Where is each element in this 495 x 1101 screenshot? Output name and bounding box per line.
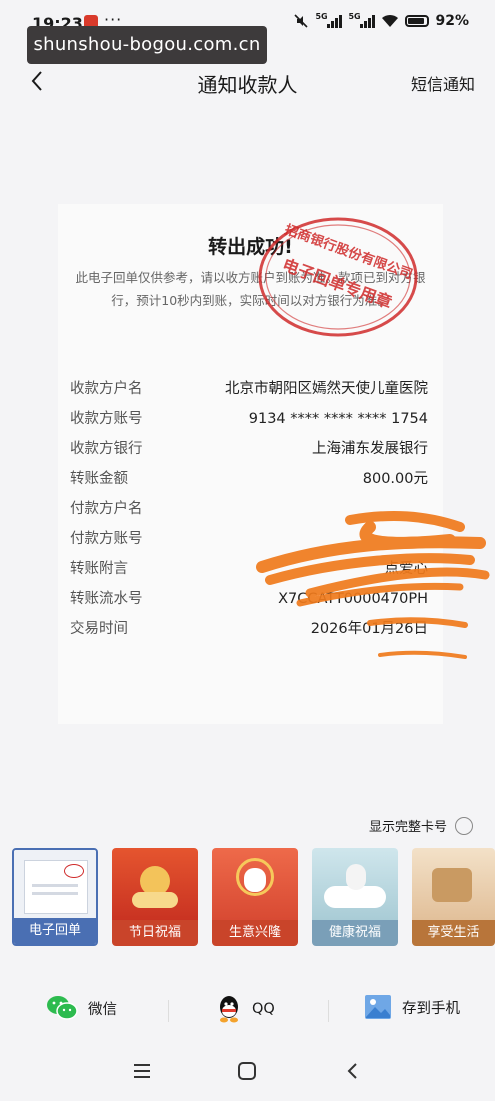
receipt-template-list[interactable]: 电子回单 节日祝福 生意兴隆 健康祝福 享受生活 — [12, 848, 495, 946]
template-health[interactable]: 健康祝福 — [312, 848, 398, 946]
qq-icon — [220, 996, 238, 1023]
detail-row: 收款方银行 上海浦东发展银行 — [70, 441, 428, 457]
show-full-card-label: 显示完整卡号 — [368, 820, 447, 835]
status-indicators: 5G 5G 92% — [293, 12, 469, 29]
divider — [168, 1000, 169, 1022]
template-label: 享受生活 — [412, 920, 495, 946]
template-thumbnail — [412, 848, 495, 920]
redaction-scribble — [256, 510, 490, 659]
signal-icon-2: 5G — [348, 12, 376, 28]
detail-row: 收款方账号 9134 **** **** **** 1754 — [70, 411, 428, 427]
watermark-url: shunshou-bogou.com.cn — [27, 26, 267, 64]
sms-notify-button[interactable]: 短信通知 — [411, 71, 475, 95]
menu-icon[interactable] — [132, 1061, 152, 1081]
template-thumbnail — [112, 848, 198, 920]
share-label: 存到手机 — [402, 1000, 460, 1017]
home-icon[interactable] — [237, 1061, 257, 1081]
template-thumbnail — [312, 848, 398, 920]
template-label: 节日祝福 — [112, 920, 198, 946]
system-nav-bar — [0, 1055, 495, 1091]
wechat-icon — [47, 996, 78, 1020]
share-wechat-button[interactable]: 微信 — [46, 994, 117, 1022]
divider — [328, 1000, 329, 1022]
template-lifestyle[interactable]: 享受生活 — [412, 848, 495, 946]
show-full-card-radio[interactable] — [455, 816, 473, 835]
share-qq-button[interactable]: QQ — [216, 994, 275, 1024]
image-save-icon — [365, 995, 391, 1019]
template-thumbnail — [14, 850, 96, 922]
signal-icon: 5G — [315, 12, 343, 28]
template-label: 生意兴隆 — [212, 920, 298, 946]
show-full-card-toggle[interactable]: 显示完整卡号 — [369, 816, 473, 835]
battery-percent: 92% — [435, 13, 469, 29]
battery-icon — [405, 15, 430, 27]
template-thumbnail — [212, 848, 298, 920]
template-business[interactable]: 生意兴隆 — [212, 848, 298, 946]
save-to-phone-button[interactable]: 存到手机 — [364, 994, 460, 1020]
share-bar: 微信 QQ 存到手机 — [0, 990, 495, 1030]
template-label: 电子回单 — [14, 918, 96, 944]
share-label: QQ — [252, 1001, 275, 1017]
template-festival[interactable]: 节日祝福 — [112, 848, 198, 946]
template-label: 健康祝福 — [312, 920, 398, 946]
detail-row: 转账金额 800.00元 — [70, 471, 428, 487]
share-label: 微信 — [88, 1001, 117, 1018]
app-header: 通知收款人 短信通知 — [0, 60, 495, 104]
detail-row: 收款方户名 北京市朝阳区嫣然天使儿童医院 — [70, 381, 428, 397]
bank-seal-stamp: 招商银行股份有限公司 电子回单专用章 — [258, 217, 418, 337]
mute-icon — [294, 14, 309, 28]
wifi-icon — [382, 14, 399, 27]
nav-back-icon[interactable] — [343, 1061, 363, 1081]
template-receipt[interactable]: 电子回单 — [12, 848, 98, 946]
